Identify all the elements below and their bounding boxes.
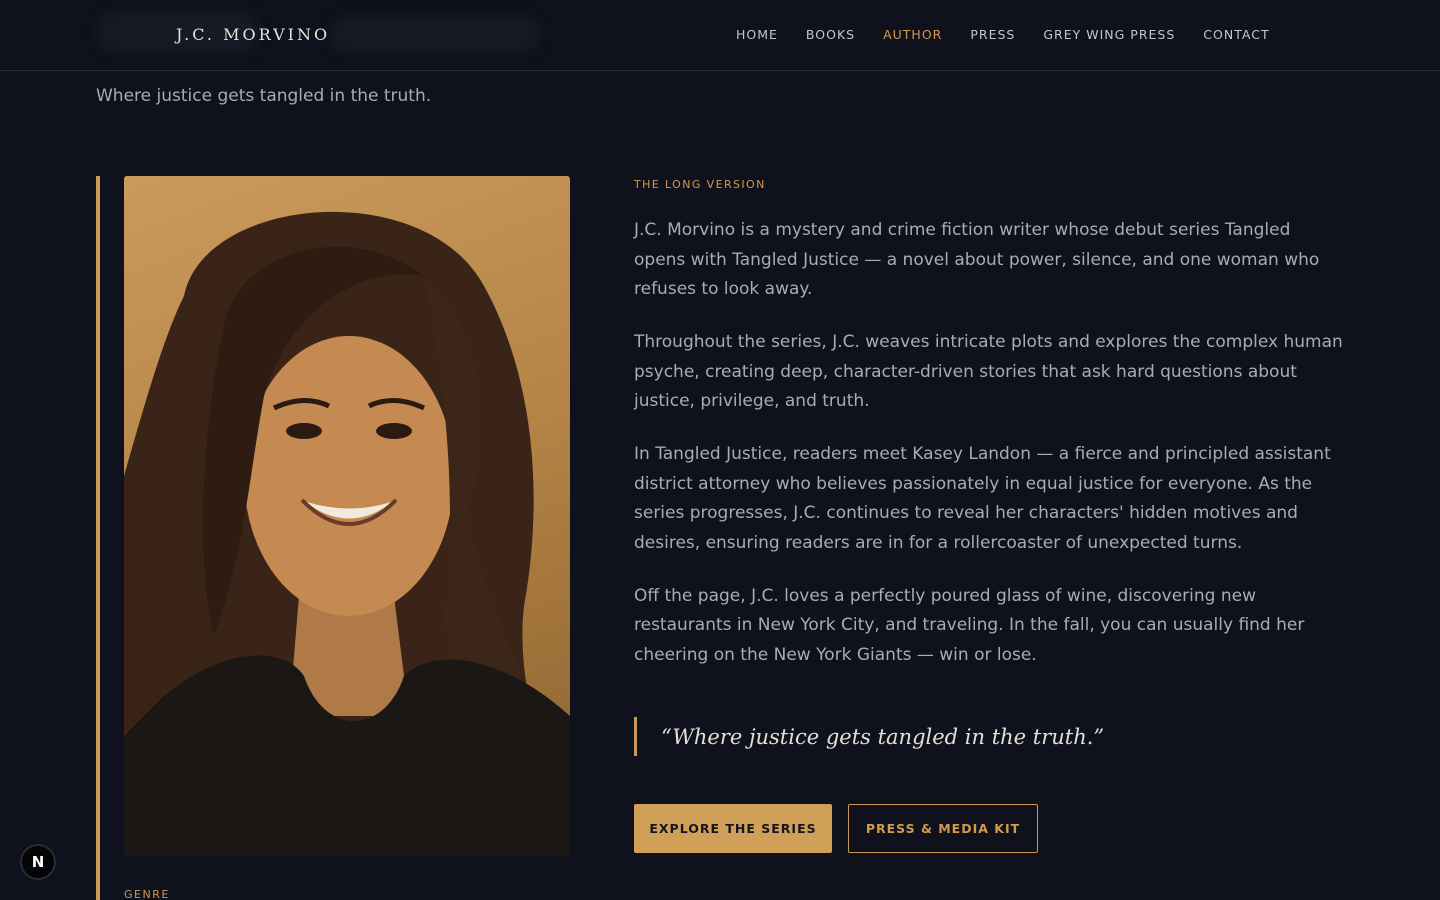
- page-tagline: Where justice gets tangled in the truth.: [96, 86, 432, 106]
- genre-label: GENRE: [124, 888, 170, 900]
- nav-item-grey-wing-press[interactable]: GREY WING PRESS: [1043, 27, 1175, 42]
- main-nav: HOME BOOKS AUTHOR PRESS GREY WING PRESS …: [736, 27, 1270, 42]
- nav-item-contact[interactable]: CONTACT: [1203, 27, 1269, 42]
- bio-text: J.C. Morvino is a mystery and crime fict…: [634, 216, 1344, 694]
- page: J.C. MORVINO HOME BOOKS AUTHOR PRESS GRE…: [0, 0, 1440, 900]
- explore-series-button[interactable]: EXPLORE THE SERIES: [634, 804, 832, 853]
- pull-quote-text: “Where justice gets tangled in the truth…: [661, 724, 1105, 749]
- bio-paragraph: J.C. Morvino is a mystery and crime fict…: [634, 220, 1320, 299]
- site-header: J.C. MORVINO HOME BOOKS AUTHOR PRESS GRE…: [0, 0, 1440, 71]
- dev-tools-badge-icon[interactable]: N: [20, 844, 56, 880]
- author-photo: [124, 176, 570, 856]
- nav-item-press[interactable]: PRESS: [970, 27, 1015, 42]
- section-eyebrow: THE LONG VERSION: [634, 178, 766, 191]
- accent-bar: [96, 176, 100, 900]
- nav-item-home[interactable]: HOME: [736, 27, 778, 42]
- press-media-kit-button[interactable]: PRESS & MEDIA KIT: [848, 804, 1038, 853]
- pull-quote: “Where justice gets tangled in the truth…: [634, 717, 1104, 756]
- bio-paragraph: In Tangled Justice, readers meet Kasey L…: [634, 444, 1331, 553]
- nav-item-books[interactable]: BOOKS: [806, 27, 855, 42]
- header-ghost-shape: [330, 16, 540, 52]
- bio-paragraph: Throughout the series, J.C. weaves intri…: [634, 332, 1343, 411]
- portrait-illustration: [124, 211, 570, 856]
- bio-paragraph: Off the page, J.C. loves a perfectly pou…: [634, 585, 1305, 665]
- site-logo[interactable]: J.C. MORVINO: [176, 25, 330, 44]
- nav-item-author[interactable]: AUTHOR: [883, 27, 942, 42]
